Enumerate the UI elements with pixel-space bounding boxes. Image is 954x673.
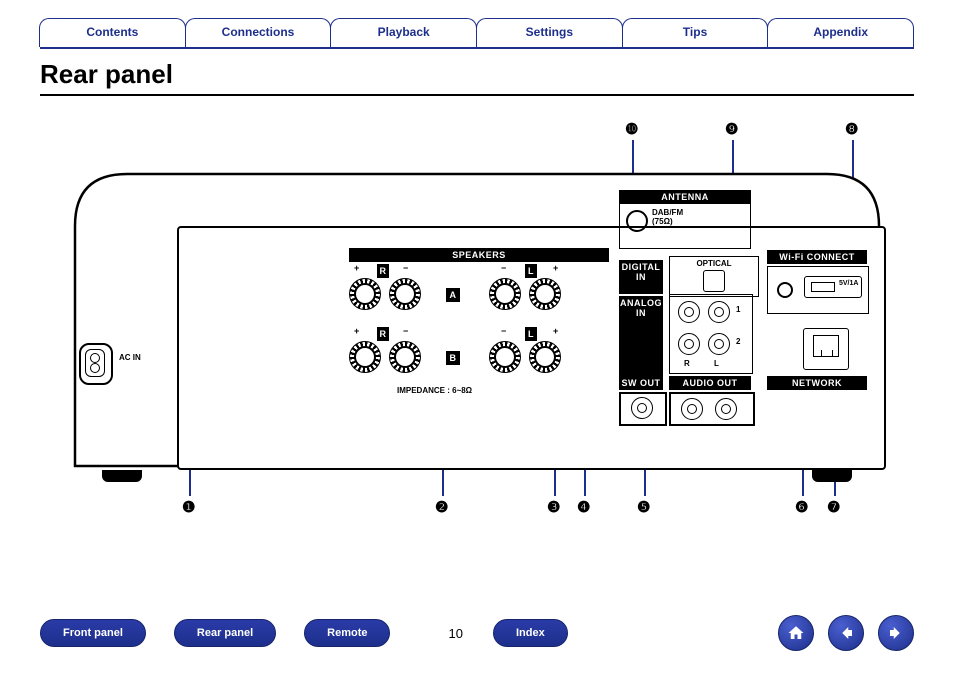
callout-1: ❶ — [182, 498, 195, 516]
audio-out-r — [681, 398, 703, 420]
speaker-terminal — [349, 341, 381, 373]
speaker-terminal — [489, 278, 521, 310]
prev-page-button[interactable] — [828, 615, 864, 651]
tab-settings[interactable]: Settings — [476, 18, 623, 47]
label-impedance: IMPEDANCE : 6~8Ω — [397, 386, 472, 395]
label-speaker-b: B — [446, 351, 460, 365]
label-usb-power: 5V/1A — [839, 280, 858, 287]
rear-panel-diagram: ❿ ❾ ❽ ❶ ❷ ❸ ❹ ❺ ❻ ❼ — [37, 126, 917, 526]
home-button[interactable] — [778, 615, 814, 651]
label-wifi-connect: Wi-Fi CONNECT — [767, 250, 867, 264]
wifi-connect-button — [777, 282, 793, 298]
section-heading: Rear panel — [40, 59, 914, 96]
callout-4: ❹ — [577, 498, 590, 516]
link-front-panel[interactable]: Front panel — [40, 619, 146, 647]
tab-connections[interactable]: Connections — [185, 18, 332, 47]
callout-10: ❿ — [625, 120, 638, 138]
tab-tips[interactable]: Tips — [622, 18, 769, 47]
page-number: 10 — [448, 626, 462, 641]
speaker-terminal — [529, 341, 561, 373]
callout-5: ❺ — [637, 498, 650, 516]
callout-6: ❻ — [795, 498, 808, 516]
link-remote[interactable]: Remote — [304, 619, 390, 647]
callout-2: ❷ — [435, 498, 448, 516]
analog-in-2-r — [678, 333, 700, 355]
analog-in-1-r — [678, 301, 700, 323]
label-l-b: L — [525, 327, 537, 341]
ethernet-port — [803, 328, 849, 370]
speaker-terminal — [389, 278, 421, 310]
label-speakers: SPEAKERS — [349, 248, 609, 262]
label-speaker-a: A — [446, 288, 460, 302]
speaker-terminal — [389, 341, 421, 373]
sw-out-jack — [631, 397, 653, 419]
antenna-jack — [626, 210, 648, 232]
callout-9: ❾ — [725, 120, 738, 138]
arrow-right-icon — [887, 624, 905, 642]
link-rear-panel[interactable]: Rear panel — [174, 619, 276, 647]
audio-out-l — [715, 398, 737, 420]
label-analog-2: 2 — [736, 337, 740, 346]
label-dabfm: DAB/FM (75Ω) — [652, 208, 683, 226]
speaker-terminal — [529, 278, 561, 310]
label-audio-out: AUDIO OUT — [669, 376, 751, 390]
link-index[interactable]: Index — [493, 619, 568, 647]
speaker-terminal — [349, 278, 381, 310]
home-icon — [787, 624, 805, 642]
bottom-nav: Front panel Rear panel Remote 10 Index — [40, 615, 914, 651]
optical-jack — [703, 270, 725, 292]
label-optical: OPTICAL — [673, 259, 755, 268]
label-digital-in: DIGITAL IN — [619, 260, 663, 294]
label-r-a: R — [377, 264, 389, 278]
callout-8: ❽ — [845, 120, 858, 138]
arrow-left-icon — [837, 624, 855, 642]
tab-underline — [40, 47, 914, 49]
label-ac-in: AC IN — [119, 353, 141, 362]
label-r-b: R — [377, 327, 389, 341]
next-page-button[interactable] — [878, 615, 914, 651]
label-analog-1: 1 — [736, 305, 740, 314]
analog-in-1-l — [708, 301, 730, 323]
tab-appendix[interactable]: Appendix — [767, 18, 914, 47]
top-tab-nav: Contents Connections Playback Settings T… — [0, 0, 954, 47]
speaker-terminal — [489, 341, 521, 373]
page-title: Rear panel — [40, 59, 914, 90]
label-network: NETWORK — [767, 376, 867, 390]
label-antenna: ANTENNA — [619, 190, 751, 204]
callout-3: ❸ — [547, 498, 560, 516]
label-analog-in: ANALOG IN — [619, 296, 663, 376]
tab-playback[interactable]: Playback — [330, 18, 477, 47]
tab-contents[interactable]: Contents — [39, 18, 186, 47]
callout-7: ❼ — [827, 498, 840, 516]
label-l-a: L — [525, 264, 537, 278]
device-chassis: AC IN SPEAKERS + R − − L + A + R − − L + — [67, 166, 887, 476]
analog-in-2-l — [708, 333, 730, 355]
label-sw-out: SW OUT — [619, 376, 663, 390]
